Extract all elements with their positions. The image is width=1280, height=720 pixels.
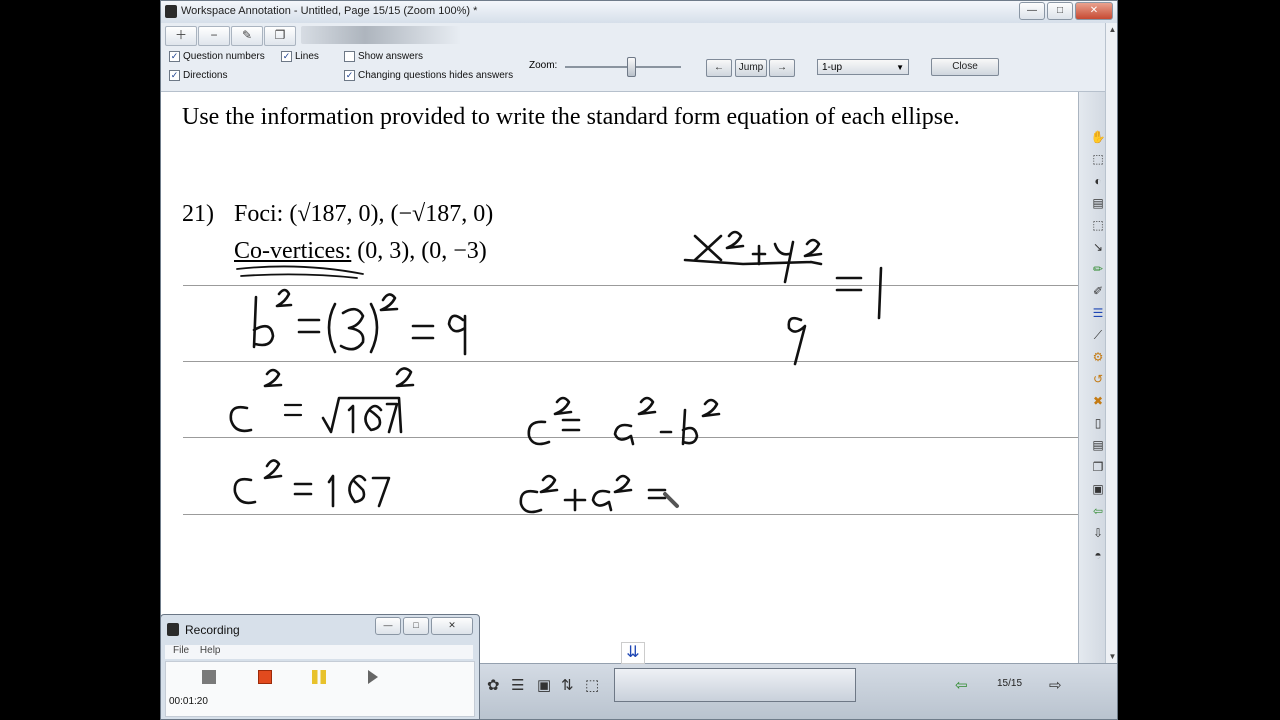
forward-button[interactable]: → (769, 59, 795, 77)
vertical-scrollbar[interactable]: ▲ ▼ (1105, 23, 1117, 663)
jump-button[interactable]: Jump (735, 59, 767, 77)
edit-icon[interactable]: ✎ (231, 26, 263, 46)
worksheet-page[interactable]: Use the information provided to write th… (161, 92, 1078, 663)
recording-minimize-button[interactable]: — (375, 617, 401, 635)
recording-maximize-button[interactable]: □ (403, 617, 429, 635)
recording-time: 00:01:20 (169, 696, 208, 707)
close-button[interactable]: Close (931, 58, 999, 76)
record-icon[interactable] (258, 670, 272, 684)
scroll-down-icon[interactable]: ▼ (1106, 650, 1117, 663)
minus-icon[interactable]: − (198, 26, 230, 46)
list-icon[interactable]: ☰ (511, 676, 524, 694)
close-window-button[interactable]: ✕ (1075, 2, 1113, 20)
recording-title: Recording (185, 623, 240, 637)
toolbar: ＋ − ✎ ❐ ✓ Question numbers ✓ Lines Show an… (161, 23, 1117, 92)
zoom-slider-thumb[interactable] (627, 57, 636, 77)
zoom-label: Zoom: (529, 60, 558, 71)
changing-questions-hides-answers-checkbox[interactable]: ✓ Changing questions hides answers (344, 70, 513, 81)
chevron-down-icon: ▼ (896, 63, 904, 72)
page-indicator: 15/15 (997, 678, 1023, 689)
copy-icon[interactable]: ❐ (264, 26, 296, 46)
recording-window: Recording — □ ✕ File Help 00:01:20 (160, 614, 480, 720)
reorder-icon[interactable]: ⇅ (561, 676, 574, 694)
workspace-annotation-window: Workspace Annotation - Untitled, Page 15… (160, 0, 1118, 720)
next-page-icon[interactable]: ⇨ (1049, 676, 1062, 694)
window-title: Workspace Annotation - Untitled, Page 15… (181, 5, 478, 17)
layout-select[interactable]: 1-up ▼ (817, 59, 909, 75)
show-answers-checkbox[interactable]: Show answers (344, 51, 423, 62)
menu-file[interactable]: File (173, 645, 189, 656)
camera-icon[interactable]: ▣ (537, 676, 551, 694)
scroll-up-icon[interactable]: ▲ (1106, 23, 1117, 36)
app-icon (165, 5, 177, 18)
back-button[interactable]: ← (706, 59, 732, 77)
handwritten-annotations (229, 230, 883, 514)
zoom-slider-track[interactable] (565, 66, 681, 68)
previous-page-icon[interactable]: ⇦ (955, 676, 968, 694)
minimize-button[interactable]: — (1019, 2, 1045, 20)
title-bar: Workspace Annotation - Untitled, Page 15… (161, 1, 1117, 24)
bottom-input-field[interactable] (614, 668, 856, 702)
recording-menu-bar: File Help (165, 645, 473, 659)
stop-icon[interactable] (202, 670, 216, 684)
directions-checkbox[interactable]: ✓ Directions (169, 70, 227, 81)
plus-icon[interactable]: ＋ (165, 26, 197, 46)
question-numbers-checkbox[interactable]: ✓ Question numbers (169, 51, 265, 62)
lines-checkbox[interactable]: ✓ Lines (281, 51, 319, 62)
pause-icon[interactable] (312, 670, 326, 684)
scroll-down-double-icon[interactable]: ⇊ (621, 642, 645, 664)
maximize-button[interactable]: □ (1047, 2, 1073, 20)
capture-icon[interactable]: ⬚ (585, 676, 599, 694)
play-icon[interactable] (368, 670, 378, 684)
recording-app-icon (167, 623, 179, 636)
recording-controls: 00:01:20 (165, 661, 475, 717)
toolbar-faded-strip (301, 26, 461, 44)
palette-icon[interactable]: ✿ (487, 676, 500, 694)
menu-help[interactable]: Help (200, 645, 221, 656)
recording-close-button[interactable]: ✕ (431, 617, 473, 635)
